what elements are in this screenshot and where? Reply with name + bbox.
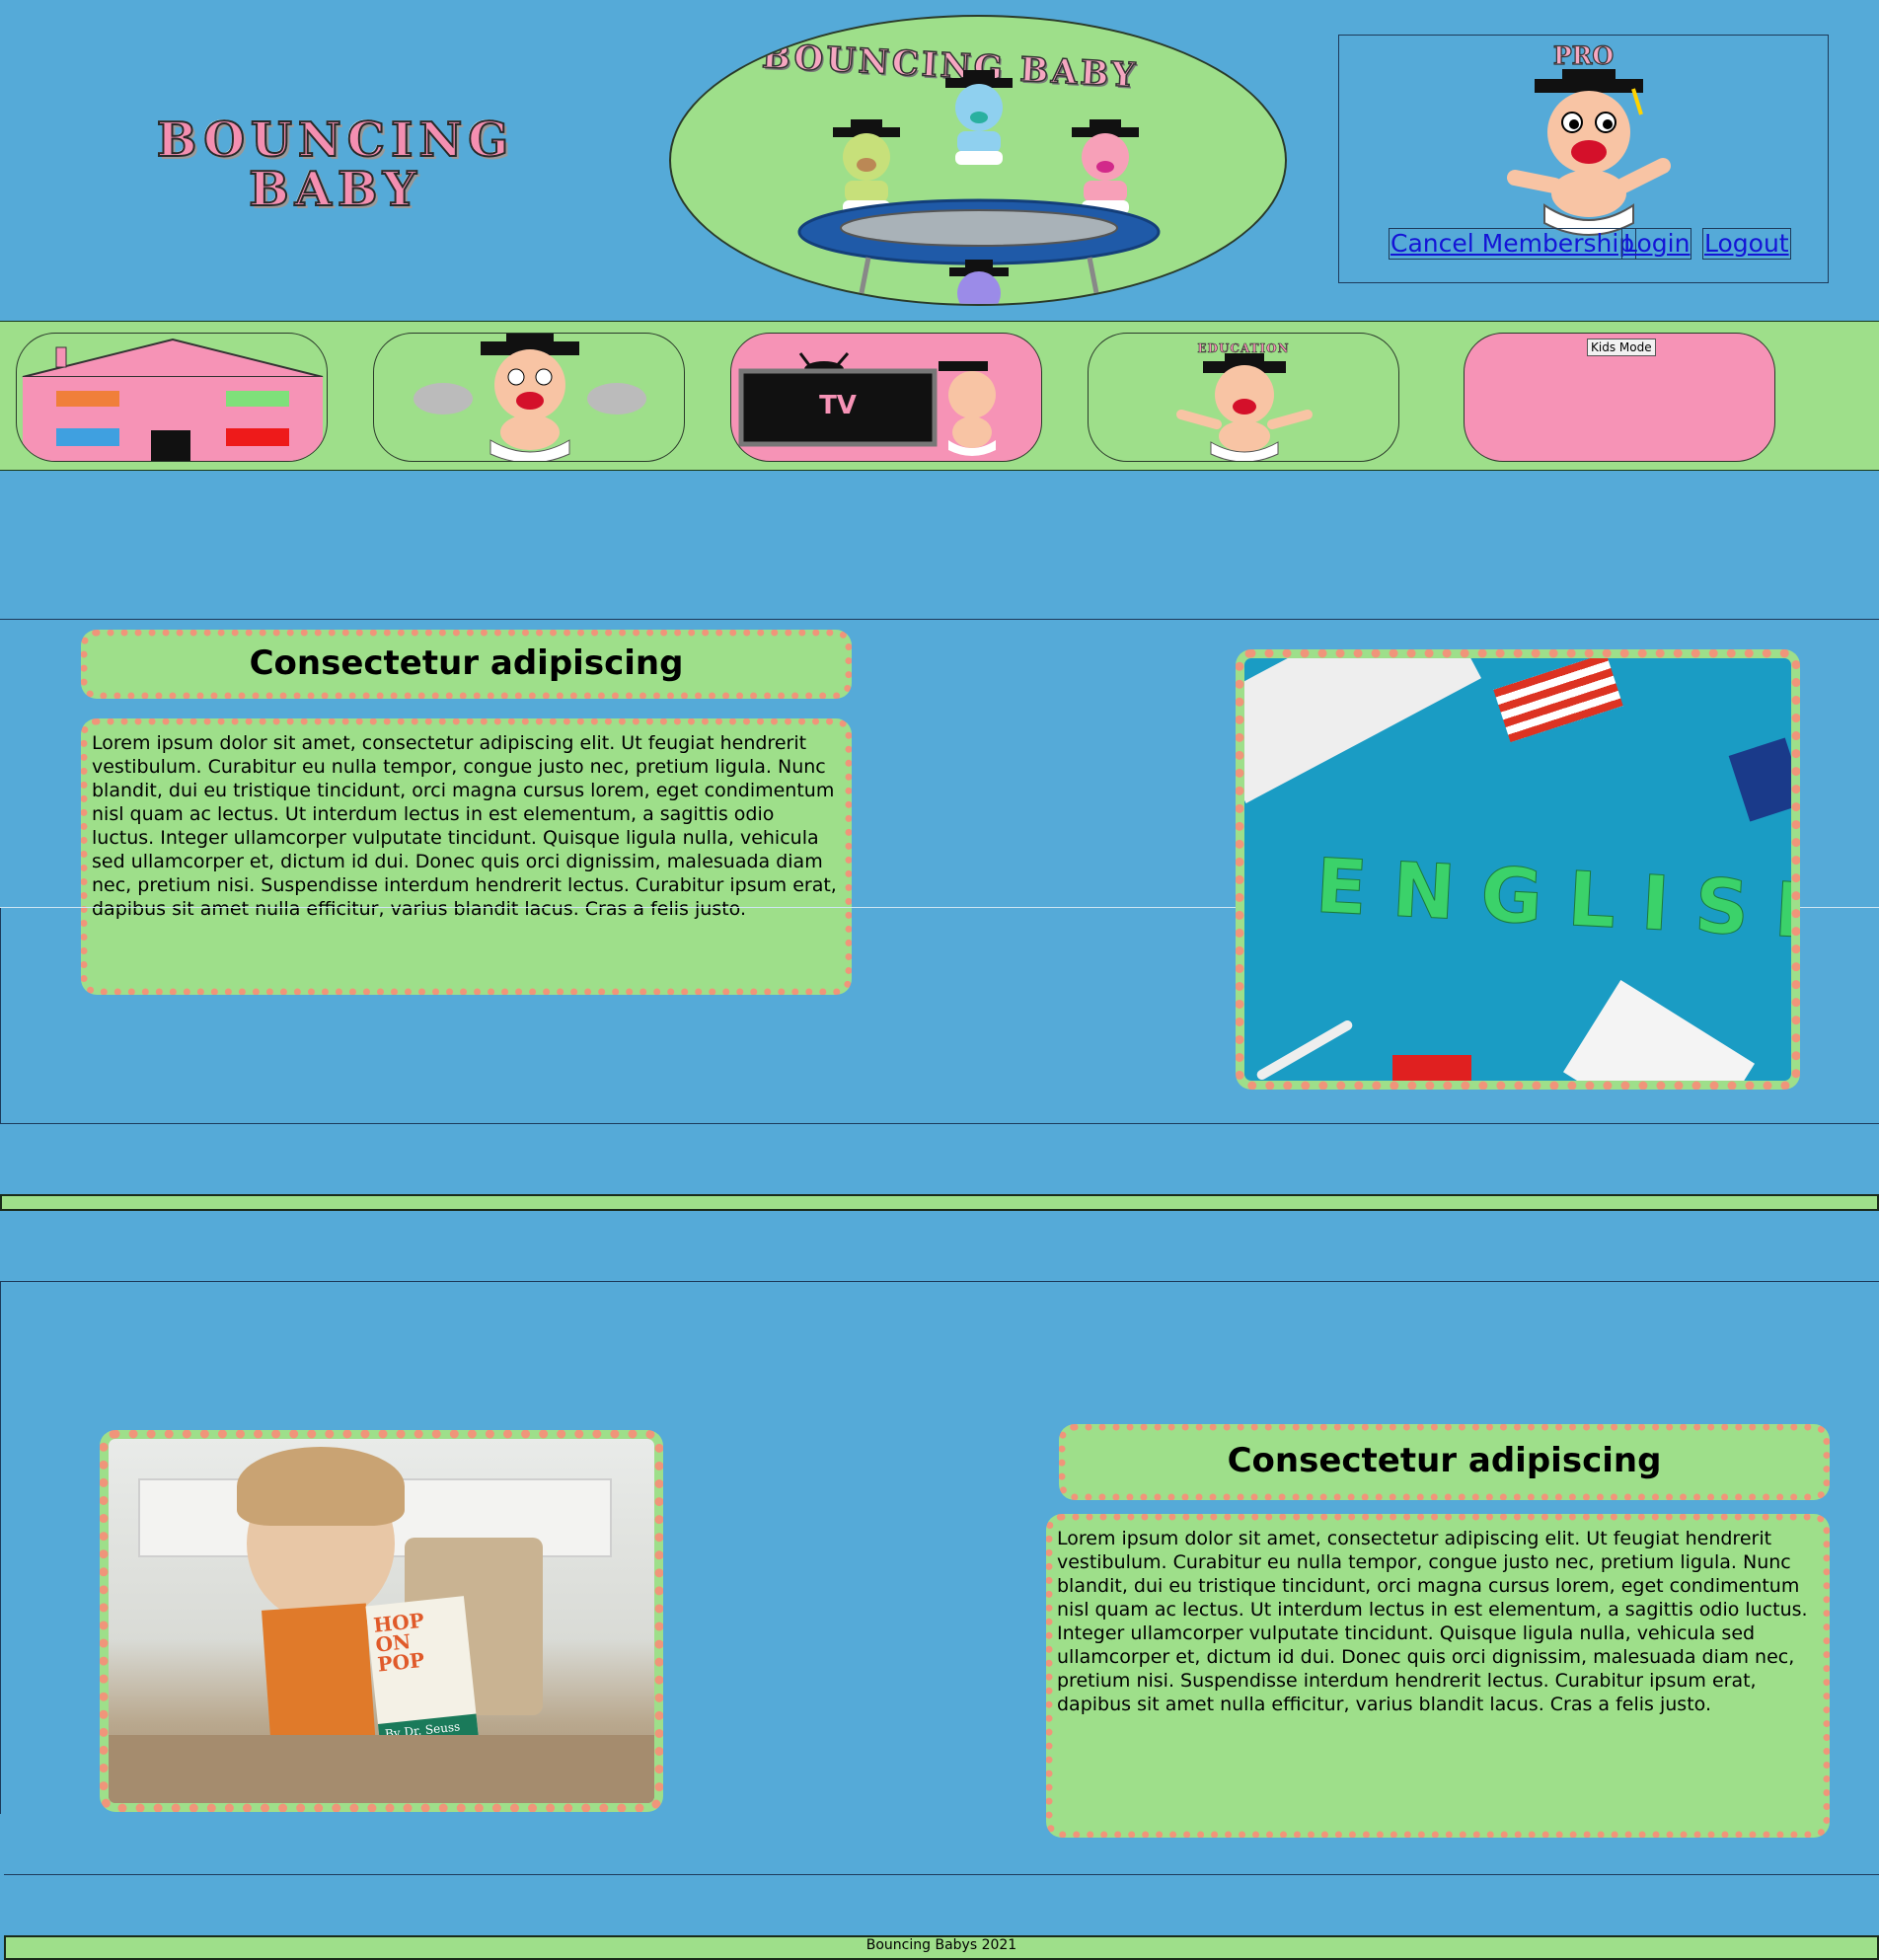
logo-line-1: BOUNCING [156, 113, 515, 168]
nav-kids-mode-button[interactable]: Kids Mode [1464, 333, 1775, 462]
kids-mode-button[interactable]: Kids Mode [1587, 339, 1656, 357]
graduate-babies-illustration [797, 70, 1161, 304]
girl-hair-shape [237, 1447, 405, 1526]
section-divider [4, 1874, 1879, 1875]
green-divider-strip [0, 1194, 1879, 1211]
book-left-cover [262, 1603, 376, 1755]
section2-text-card: Lorem ipsum dolor sit amet, consectetur … [1046, 1514, 1830, 1838]
nav-education-button[interactable]: EDUCATION [1088, 333, 1399, 462]
footer-text: Bouncing Babys 2021 [865, 1937, 1017, 1953]
section-left-border [0, 1281, 1, 1814]
house-icon [22, 338, 324, 461]
section-divider [0, 619, 1879, 620]
english-photo: ENGLISH [1236, 649, 1800, 1090]
girl-reading-photo: HOP ON POP By Dr. Seuss [100, 1430, 663, 1812]
nav-home-button[interactable] [16, 333, 328, 462]
account-links: Cancel Membership Login Logout [1389, 228, 1803, 264]
tv-label: TV [819, 391, 857, 420]
section-divider [0, 1123, 1879, 1124]
cancel-membership-link[interactable]: Cancel Membership [1389, 228, 1637, 260]
table-shape [109, 1735, 654, 1803]
pro-badge: PRO [1552, 40, 1615, 70]
logo-line-2: BABY [248, 162, 422, 217]
footer: Bouncing Babys 2021 [4, 1935, 1879, 1960]
crying-baby-icon [413, 334, 646, 461]
section-divider [0, 1281, 1879, 1282]
section2-body: Lorem ipsum dolor sit amet, consectetur … [1057, 1528, 1808, 1715]
login-link[interactable]: Login [1621, 228, 1692, 260]
account-panel: PRO Cancel Membership Login Logout [1338, 35, 1829, 283]
nav-play-button[interactable] [373, 333, 685, 462]
nav-bar: TV EDUCATION Kids Mode [0, 321, 1879, 471]
logout-link[interactable]: Logout [1702, 228, 1791, 260]
book-right-cover: HOP ON POP By Dr. Seuss [365, 1596, 480, 1754]
section1-title-card: Consectetur adipiscing [81, 630, 852, 699]
section1-body: Lorem ipsum dolor sit amet, consectetur … [92, 732, 837, 920]
section2-title-card: Consectetur adipiscing [1059, 1424, 1830, 1500]
section-left-border [0, 908, 1, 1123]
pro-baby-icon [1507, 69, 1671, 236]
section2-title: Consectetur adipiscing [1227, 1441, 1662, 1480]
section1-text-card: Lorem ipsum dolor sit amet, consectetur … [81, 718, 852, 995]
hero-banner: BOUNCING BABY [669, 15, 1287, 306]
book-title: HOP ON POP [372, 1608, 426, 1677]
section1-title: Consectetur adipiscing [249, 643, 684, 683]
graduate-baby-icon [1176, 353, 1313, 461]
site-logo[interactable]: BOUNCING BABY [69, 113, 602, 217]
red-block-shape [1392, 1055, 1471, 1081]
nav-tv-button[interactable]: TV [730, 333, 1042, 462]
